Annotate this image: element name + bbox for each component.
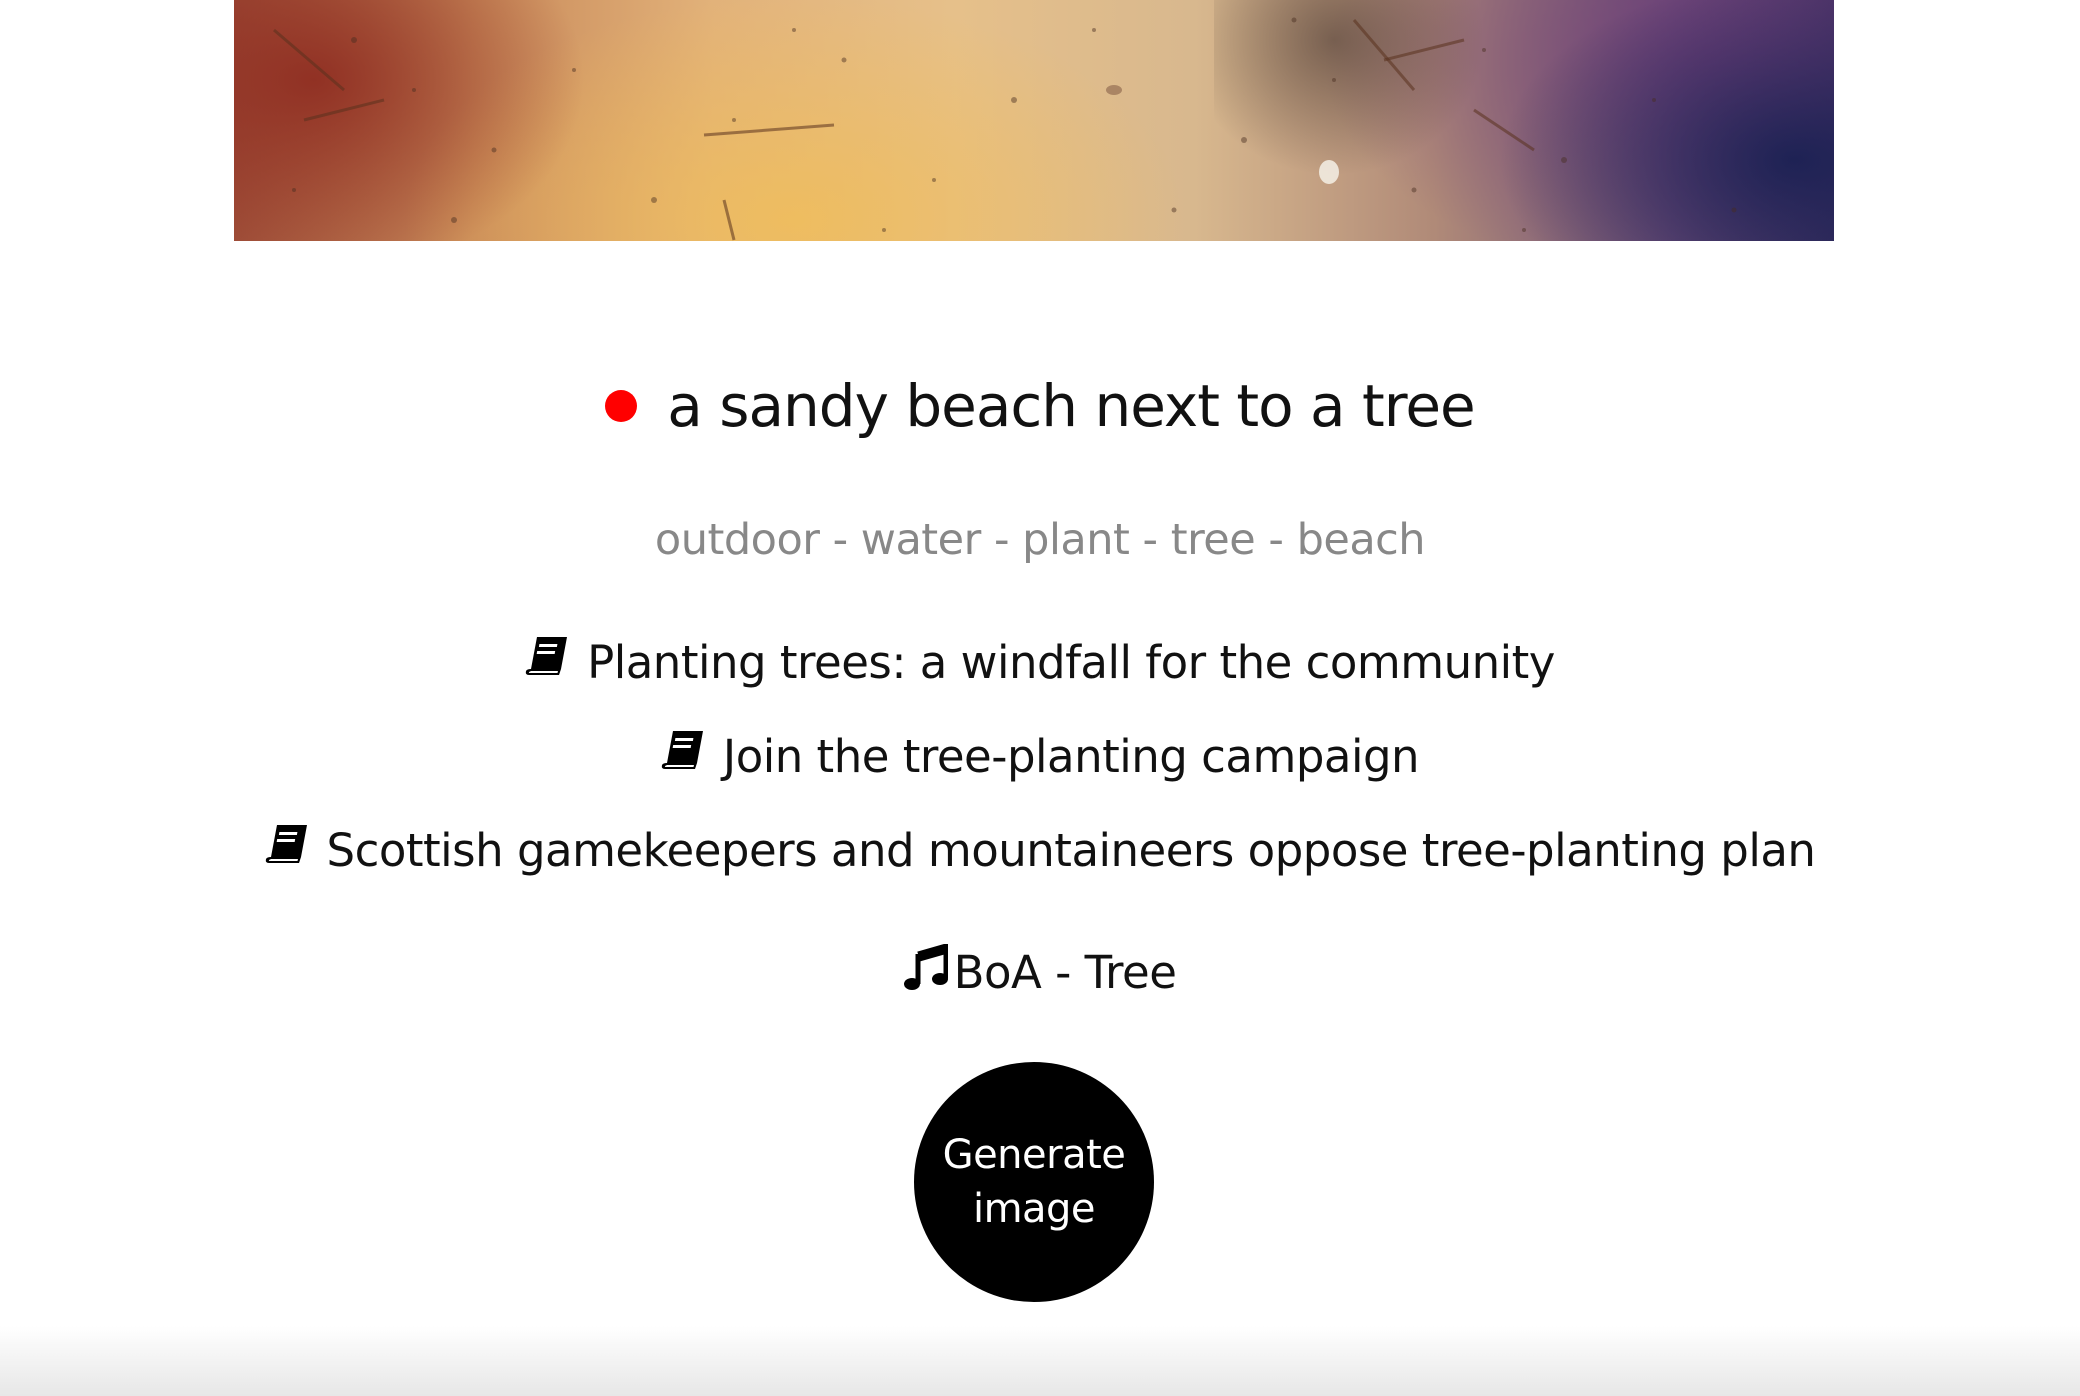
article-list: Planting trees: a windfall for the commu… bbox=[0, 630, 2080, 912]
article-title: Planting trees: a windfall for the commu… bbox=[587, 636, 1555, 689]
caption: a sandy beach next to a tree bbox=[0, 372, 2080, 440]
book-icon bbox=[265, 817, 309, 883]
hero-image bbox=[234, 0, 1834, 241]
status-dot-icon bbox=[605, 389, 638, 422]
book-icon bbox=[661, 723, 705, 789]
book-icon bbox=[525, 629, 569, 695]
hero-texture bbox=[273, 17, 1737, 241]
song-link[interactable]: BoA - Tree bbox=[0, 942, 2080, 1005]
article-title: Join the tree-planting campaign bbox=[722, 730, 1420, 783]
article-link[interactable]: Scottish gamekeepers and mountaineers op… bbox=[0, 818, 2080, 912]
tag-list: outdoor - water - plant - tree - beach bbox=[654, 515, 1426, 565]
caption-text: a sandy beach next to a tree bbox=[667, 372, 1475, 440]
generate-image-button[interactable]: Generate image bbox=[914, 1062, 1154, 1302]
song-title: BoA - Tree bbox=[953, 946, 1177, 999]
article-link[interactable]: Planting trees: a windfall for the commu… bbox=[0, 630, 2080, 724]
bottom-fade bbox=[0, 1326, 2080, 1396]
music-note-icon bbox=[903, 942, 949, 1001]
article-title: Scottish gamekeepers and mountaineers op… bbox=[326, 824, 1816, 877]
article-link[interactable]: Join the tree-planting campaign bbox=[0, 724, 2080, 818]
page: a sandy beach next to a tree outdoor - w… bbox=[0, 0, 2080, 1396]
